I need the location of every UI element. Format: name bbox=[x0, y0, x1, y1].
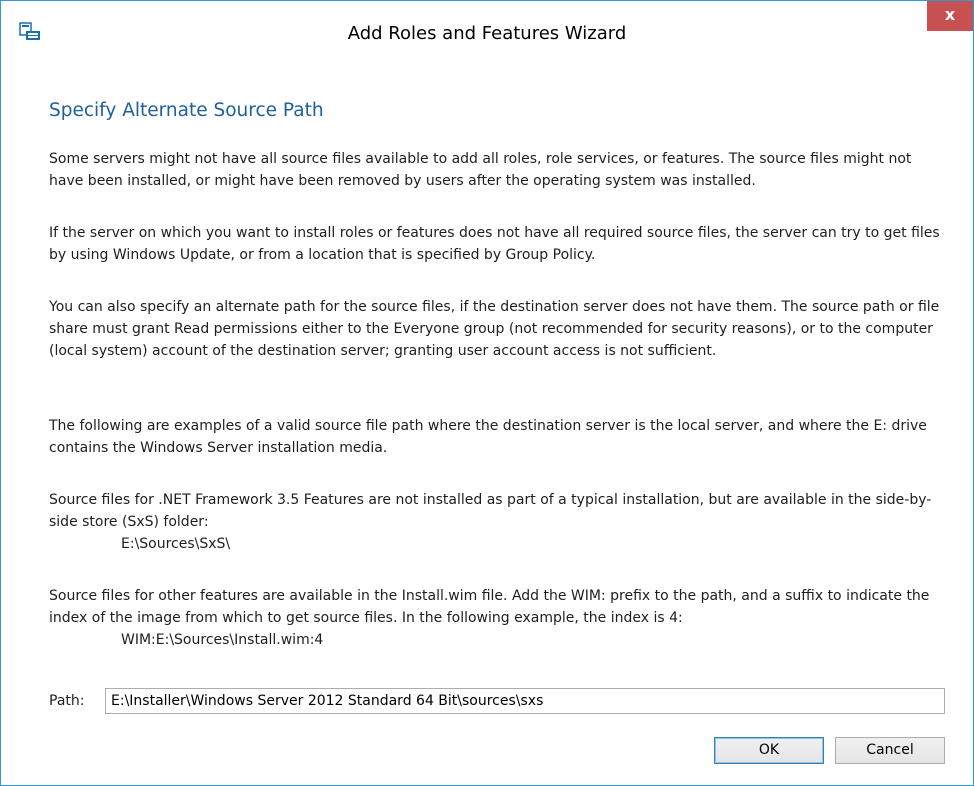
page-title: Specify Alternate Source Path bbox=[49, 100, 324, 121]
paragraph: Source files for .NET Framework 3.5 Feat… bbox=[49, 492, 932, 530]
wizard-dialog: Add Roles and Features Wizard x Specify … bbox=[0, 0, 974, 786]
ok-button[interactable]: OK bbox=[714, 737, 824, 764]
paragraph: You can also specify an alternate path f… bbox=[49, 299, 940, 359]
paragraph: The following are examples of a valid so… bbox=[49, 418, 927, 456]
path-input[interactable] bbox=[105, 688, 945, 714]
example-path: WIM:E:\Sources\Install.wim:4 bbox=[121, 632, 324, 648]
paragraph: If the server on which you want to insta… bbox=[49, 225, 940, 263]
paragraph: Some servers might not have all source f… bbox=[49, 151, 912, 189]
cancel-button[interactable]: Cancel bbox=[835, 737, 945, 764]
close-button[interactable]: x bbox=[927, 1, 973, 31]
paragraph: Source files for other features are avai… bbox=[49, 588, 930, 626]
title-bar[interactable]: Add Roles and Features Wizard x bbox=[1, 1, 973, 71]
window-title: Add Roles and Features Wizard bbox=[347, 23, 627, 44]
example-path: E:\Sources\SxS\ bbox=[121, 536, 231, 552]
close-icon: x bbox=[944, 5, 956, 24]
path-label: Path: bbox=[49, 693, 85, 709]
